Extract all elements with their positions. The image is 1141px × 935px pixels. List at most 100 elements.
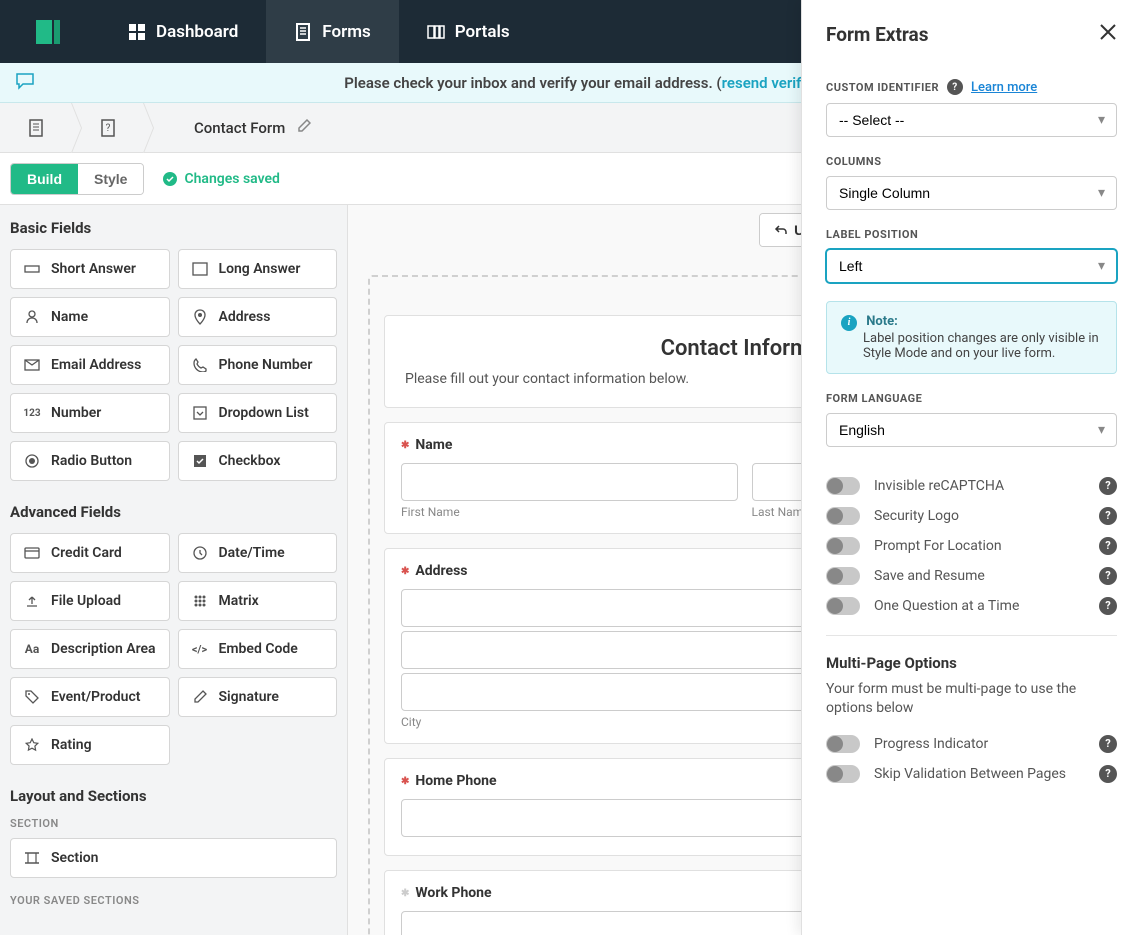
short-answer-icon <box>23 260 41 278</box>
field-dropdown[interactable]: Dropdown List <box>178 393 338 433</box>
toggle-security-logo-switch[interactable] <box>826 507 860 525</box>
form-language-label: FORM LANGUAGE <box>826 392 1117 405</box>
field-embed[interactable]: </>Embed Code <box>178 629 338 669</box>
long-answer-icon <box>191 260 209 278</box>
first-name-input[interactable] <box>401 463 738 501</box>
crumb-help[interactable]: ? <box>72 103 144 153</box>
field-description[interactable]: AaDescription Area <box>10 629 170 669</box>
crumb-forms[interactable] <box>0 103 72 153</box>
toggle-progress-switch[interactable] <box>826 735 860 753</box>
tag-icon <box>23 688 41 706</box>
language-select[interactable]: English <box>826 413 1117 447</box>
custom-id-label: CUSTOM IDENTIFIER ? Learn more <box>826 79 1117 95</box>
nav-portals[interactable]: Portals <box>399 0 538 63</box>
help-icon[interactable]: ? <box>1099 765 1117 783</box>
chat-icon[interactable] <box>0 72 50 94</box>
dashboard-icon <box>128 23 146 41</box>
first-name-sublabel: First Name <box>401 505 738 519</box>
toggle-skip-validation: Skip Validation Between Pages? <box>826 765 1117 783</box>
advanced-fields-title: Advanced Fields <box>10 503 337 521</box>
edit-title-icon[interactable] <box>297 119 311 137</box>
basic-fields-title: Basic Fields <box>10 219 337 237</box>
field-email[interactable]: Email Address <box>10 345 170 385</box>
toggle-one-question-switch[interactable] <box>826 597 860 615</box>
label-position-select[interactable]: Left <box>826 249 1117 283</box>
required-icon: ✱ <box>401 440 409 451</box>
field-name[interactable]: Name <box>10 297 170 337</box>
section-icon <box>23 849 41 867</box>
field-number[interactable]: 123Number <box>10 393 170 433</box>
logo[interactable] <box>0 16 100 48</box>
rating-grid: Rating <box>10 725 337 765</box>
learn-more-link[interactable]: Learn more <box>971 80 1037 95</box>
form-extras-panel: Form Extras CUSTOM IDENTIFIER ? Learn mo… <box>801 0 1141 935</box>
nav-dashboard-label: Dashboard <box>156 22 238 42</box>
star-icon <box>23 736 41 754</box>
toggle-recaptcha-switch[interactable] <box>826 477 860 495</box>
field-radio[interactable]: Radio Button <box>10 441 170 481</box>
help-icon[interactable]: ? <box>947 79 963 95</box>
panel-body: CUSTOM IDENTIFIER ? Learn more -- Select… <box>802 69 1141 805</box>
help-icon[interactable]: ? <box>1099 507 1117 525</box>
radio-icon <box>23 452 41 470</box>
mail-icon <box>23 356 41 374</box>
panel-header: Form Extras <box>802 0 1141 69</box>
section-grid: Section <box>10 838 337 878</box>
multi-page-title: Multi-Page Options <box>826 654 1117 672</box>
field-checkbox[interactable]: Checkbox <box>178 441 338 481</box>
field-rating[interactable]: Rating <box>10 725 170 765</box>
field-event-product[interactable]: Event/Product <box>10 677 170 717</box>
nav-forms-label: Forms <box>322 22 370 42</box>
optional-icon: ✱ <box>401 888 409 899</box>
required-icon: ✱ <box>401 776 409 787</box>
field-section[interactable]: Section <box>10 838 337 878</box>
help-icon[interactable]: ? <box>1099 735 1117 753</box>
section-label: SECTION <box>10 817 337 830</box>
toggle-skip-validation-switch[interactable] <box>826 765 860 783</box>
custom-id-select[interactable]: -- Select -- <box>826 103 1117 137</box>
toggle-save-resume-switch[interactable] <box>826 567 860 585</box>
columns-select[interactable]: Single Column <box>826 176 1117 210</box>
field-short-answer[interactable]: Short Answer <box>10 249 170 289</box>
clock-icon <box>191 544 209 562</box>
text-icon: Aa <box>23 640 41 658</box>
form-title-crumb: Contact Form <box>144 119 311 137</box>
number-icon: 123 <box>23 404 41 422</box>
toggle-security-logo: Security Logo? <box>826 507 1117 525</box>
mode-toggle: Build Style <box>10 163 144 195</box>
field-credit-card[interactable]: Credit Card <box>10 533 170 573</box>
panel-title: Form Extras <box>826 23 928 46</box>
dropdown-icon <box>191 404 209 422</box>
field-address[interactable]: Address <box>178 297 338 337</box>
undo-icon <box>774 223 788 237</box>
build-button[interactable]: Build <box>11 164 78 194</box>
nav-dashboard[interactable]: Dashboard <box>100 0 266 63</box>
nav-forms[interactable]: Forms <box>266 0 398 63</box>
note-box: i Note: Label position changes are only … <box>826 301 1117 374</box>
pencil-icon <box>297 119 311 133</box>
field-phone[interactable]: Phone Number <box>178 345 338 385</box>
document-icon <box>27 119 45 137</box>
svg-text:?: ? <box>105 123 110 134</box>
toggle-location-switch[interactable] <box>826 537 860 555</box>
field-long-answer[interactable]: Long Answer <box>178 249 338 289</box>
save-status: Changes saved <box>162 171 279 187</box>
close-panel-button[interactable] <box>1099 22 1117 47</box>
help-icon[interactable]: ? <box>1099 567 1117 585</box>
field-signature[interactable]: Signature <box>178 677 338 717</box>
help-icon[interactable]: ? <box>1099 537 1117 555</box>
label-position-label: LABEL POSITION <box>826 228 1117 241</box>
field-file-upload[interactable]: File Upload <box>10 581 170 621</box>
basic-fields-grid: Short Answer Long Answer Name Address Em… <box>10 249 337 481</box>
help-icon[interactable]: ? <box>1099 477 1117 495</box>
layout-sections-title: Layout and Sections <box>10 787 337 805</box>
portals-icon <box>427 23 445 41</box>
multi-page-hint: Your form must be multi-page to use the … <box>826 680 1117 719</box>
nav-portals-label: Portals <box>455 22 510 42</box>
columns-label: COLUMNS <box>826 155 1117 168</box>
help-icon[interactable]: ? <box>1099 597 1117 615</box>
style-button[interactable]: Style <box>78 164 143 194</box>
upload-icon <box>23 592 41 610</box>
field-matrix[interactable]: Matrix <box>178 581 338 621</box>
field-datetime[interactable]: Date/Time <box>178 533 338 573</box>
